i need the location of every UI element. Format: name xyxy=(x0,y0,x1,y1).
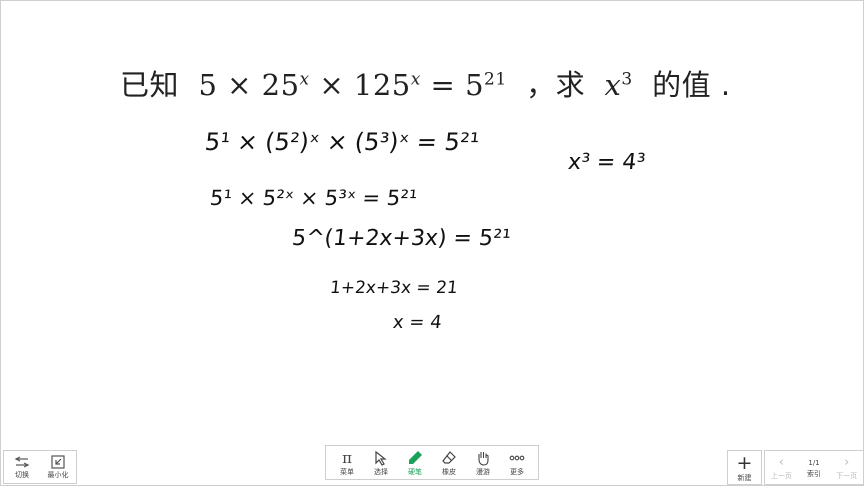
handwriting-line-5: x = 4 xyxy=(391,312,443,333)
more-tool[interactable]: 更多 xyxy=(500,446,534,479)
prev-label: 上一页 xyxy=(770,471,792,480)
switch-button[interactable]: 切换 xyxy=(4,451,40,483)
exponent-21: 21 xyxy=(484,69,507,90)
chevron-right-icon: › xyxy=(844,454,850,470)
page-navigation: ‹ 上一页 1/1 索引 › 下一页 xyxy=(764,450,864,485)
exponent-x-2: x xyxy=(410,69,421,90)
hand-icon xyxy=(478,451,489,466)
next-page-button[interactable]: › 下一页 xyxy=(830,451,863,484)
switch-label: 切换 xyxy=(15,471,29,479)
expr-part-b: × 125 xyxy=(309,68,411,102)
next-label: 下一页 xyxy=(836,471,858,480)
page-counter: 1/1 xyxy=(808,458,820,467)
switch-icon xyxy=(14,456,30,468)
pen-label: 硬笔 xyxy=(408,467,422,476)
menu-label: 菜单 xyxy=(340,467,354,476)
more-label: 更多 xyxy=(510,467,524,476)
minimize-button[interactable]: 最小化 xyxy=(40,451,76,483)
pen-tool[interactable]: 硬笔 xyxy=(398,446,432,479)
roam-label: 漫游 xyxy=(476,467,490,476)
problem-prefix: 已知 xyxy=(120,68,180,102)
main-toolbar: π 菜单 选择 硬笔 橡皮 漫游 更多 xyxy=(325,445,539,480)
exponent-x-1: x xyxy=(299,69,310,90)
index-label: 索引 xyxy=(807,469,821,478)
handwriting-line-1: 5¹ × (5²)ˣ × (5³)ˣ = 5²¹ xyxy=(203,128,481,156)
eraser-label: 橡皮 xyxy=(442,467,456,476)
plus-icon: + xyxy=(736,451,753,474)
eraser-tool[interactable]: 橡皮 xyxy=(432,446,466,479)
chevron-left-icon: ‹ xyxy=(778,454,784,470)
bottom-left-controls: 切换 最小化 xyxy=(3,450,77,484)
pen-icon xyxy=(409,450,422,464)
new-label: 新建 xyxy=(737,473,752,482)
exponent-3: 3 xyxy=(621,69,633,90)
eraser-icon xyxy=(442,450,456,464)
handwriting-line-3: 5^(1+2x+3x) = 5²¹ xyxy=(290,226,512,251)
menu-tool[interactable]: π 菜单 xyxy=(330,446,364,479)
select-label: 选择 xyxy=(374,467,388,476)
new-page-button[interactable]: + 新建 xyxy=(727,450,762,485)
problem-statement: 已知 5 × 25x × 125x = 521 ，求 x3 的值 . xyxy=(120,62,731,104)
problem-separator: ，求 xyxy=(526,68,586,102)
more-icon xyxy=(509,455,525,460)
page-index-button[interactable]: 1/1 索引 xyxy=(798,451,831,484)
expr-part-c: = 5 xyxy=(420,68,485,102)
prev-page-button[interactable]: ‹ 上一页 xyxy=(765,451,798,484)
expr-part-a: 5 × 25 xyxy=(198,68,300,102)
pi-icon: π xyxy=(342,448,352,467)
cursor-icon xyxy=(375,450,387,466)
minimize-label: 最小化 xyxy=(47,471,69,479)
handwriting-line-2: 5¹ × 5²ˣ × 5³ˣ = 5²¹ xyxy=(208,186,419,210)
handwriting-line-6: x³ = 4³ xyxy=(566,150,647,175)
problem-suffix: 的值 . xyxy=(652,68,731,102)
select-tool[interactable]: 选择 xyxy=(364,446,398,479)
handwriting-line-4: 1+2x+3x = 21 xyxy=(328,278,459,298)
roam-tool[interactable]: 漫游 xyxy=(466,446,500,479)
problem-variable: x xyxy=(604,68,622,102)
minimize-icon xyxy=(51,455,65,469)
